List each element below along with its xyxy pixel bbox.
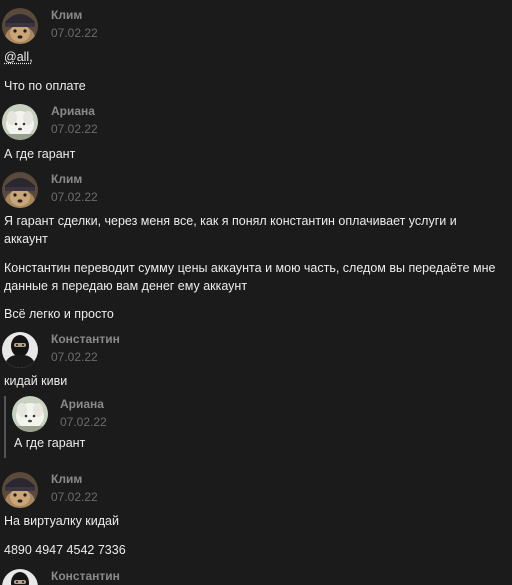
dog-in-beanie-avatar[interactable]	[2, 172, 38, 208]
quote-date: 07.02.22	[60, 415, 107, 429]
quote-author-name: Ариана	[60, 397, 104, 411]
message-text: 4890 4947 4542 7336	[4, 543, 126, 557]
message-text: На виртуалку кидай	[4, 514, 119, 528]
message-date: 07.02.22	[51, 26, 98, 40]
author-name[interactable]: Клим	[51, 172, 82, 186]
author-name[interactable]: Ариана	[51, 104, 95, 118]
message-date: 07.02.22	[51, 190, 98, 204]
quote-text: А где гарант	[14, 436, 86, 450]
author-name[interactable]: Константин	[51, 569, 120, 583]
white-puppy-avatar[interactable]	[2, 104, 38, 140]
masked-man-avatar[interactable]	[2, 332, 38, 368]
dog-in-beanie-avatar[interactable]	[2, 8, 38, 44]
chat-messages: Клим 07.02.22 @all, Что по оплате Ариана…	[0, 0, 512, 585]
message-text: Всё легко и просто	[4, 307, 114, 321]
author-name[interactable]: Клим	[51, 472, 82, 486]
message-text: Константин переводит сумму цены аккаунта…	[4, 261, 496, 293]
quoted-message[interactable]: Ариана 07.02.22 А где гарант	[4, 396, 206, 458]
white-puppy-avatar	[12, 396, 48, 432]
message-text: А где гарант	[4, 147, 76, 161]
author-name[interactable]: Клим	[51, 8, 82, 22]
message-text: Что по оплате	[4, 79, 86, 93]
dog-in-beanie-avatar[interactable]	[2, 472, 38, 508]
message-date: 07.02.22	[51, 490, 98, 504]
message-date: 07.02.22	[51, 122, 98, 136]
mention-all[interactable]: @all,	[4, 48, 33, 66]
masked-man-avatar[interactable]	[2, 569, 38, 585]
message-text: Я гарант сделки, через меня все, как я п…	[4, 214, 457, 246]
message-text: кидай киви	[4, 374, 68, 388]
author-name[interactable]: Константин	[51, 332, 120, 346]
message-date: 07.02.22	[51, 350, 98, 364]
